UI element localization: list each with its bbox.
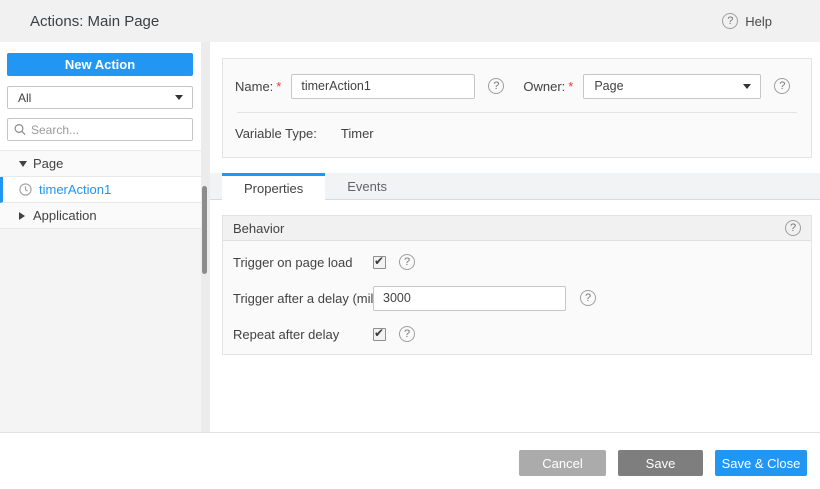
help-link[interactable]: Help (722, 13, 772, 29)
tree-node-application-label: Application (33, 208, 97, 223)
tab-bar: Properties Events (210, 173, 820, 201)
behavior-help-icon[interactable] (785, 220, 801, 236)
tab-events[interactable]: Events (325, 173, 409, 200)
tree-node-timer-action-label: timerAction1 (39, 182, 112, 197)
required-asterisk: * (276, 78, 282, 94)
new-action-button[interactable]: New Action (7, 53, 193, 76)
actions-dialog: Actions: Main Page Help New Action All P… (0, 0, 820, 489)
sidebar-empty-area (0, 229, 201, 432)
tab-properties[interactable]: Properties (222, 173, 326, 201)
repeat-after-delay-row: Repeat after delay (233, 321, 811, 347)
owner-select[interactable]: Page (583, 73, 762, 99)
search-input[interactable] (31, 122, 186, 137)
tree-node-application[interactable]: Application (0, 203, 201, 229)
chevron-down-icon (175, 95, 183, 100)
owner-help-icon[interactable] (774, 78, 791, 94)
save-and-close-button[interactable]: Save & Close (715, 450, 807, 476)
name-label: Name: * (235, 78, 282, 94)
variable-type-row: Variable Type: Timer (235, 126, 811, 141)
search-box[interactable] (7, 118, 193, 141)
filter-dropdown[interactable]: All (7, 86, 193, 109)
form-divider (237, 112, 797, 113)
name-help-icon[interactable] (488, 78, 505, 94)
repeat-after-delay-help-icon[interactable] (399, 326, 415, 342)
save-button[interactable]: Save (618, 450, 703, 476)
filter-dropdown-value: All (18, 90, 32, 105)
behavior-title: Behavior (233, 220, 285, 236)
main-content: Name:* Owner:* Page Variable Type: Timer… (210, 42, 820, 432)
header-bar: Actions: Main Page Help (0, 0, 820, 42)
trigger-on-page-load-checkbox[interactable] (373, 254, 386, 269)
trigger-after-delay-help-icon[interactable] (580, 290, 596, 306)
cancel-button[interactable]: Cancel (519, 450, 606, 476)
trigger-after-delay-label: Trigger after a delay (millisec… (233, 290, 373, 306)
expand-triangle-icon[interactable] (19, 160, 27, 167)
collapse-triangle-icon[interactable] (19, 211, 25, 220)
required-asterisk: * (568, 78, 574, 94)
trigger-on-page-load-row: Trigger on page load (233, 249, 811, 275)
page-title: Actions: Main Page (30, 12, 160, 30)
action-form-panel: Name:* Owner:* Page Variable Type: Timer (222, 58, 812, 158)
search-icon (14, 124, 26, 136)
tree-node-page-label: Page (33, 156, 64, 171)
chevron-down-icon (743, 83, 752, 89)
trigger-after-delay-row: Trigger after a delay (millisec… (233, 285, 811, 311)
actions-sidebar: New Action All Page (0, 42, 201, 432)
trigger-on-page-load-help-icon[interactable] (399, 254, 415, 270)
behavior-panel-header: Behavior (223, 216, 811, 241)
sidebar-scrollbar-thumb[interactable] (202, 186, 207, 274)
name-owner-row: Name:* Owner:* Page (235, 73, 811, 99)
tree-node-timer-action[interactable]: timerAction1 (0, 177, 201, 203)
trigger-on-page-load-label: Trigger on page load (233, 254, 353, 270)
footer-bar: Cancel Save Save & Close (0, 432, 820, 489)
behavior-panel: Behavior Trigger on page load Trigger af… (222, 215, 812, 355)
help-label: Help (745, 13, 772, 29)
clock-icon (19, 183, 32, 196)
help-icon (722, 13, 739, 29)
owner-label: Owner: * (523, 78, 574, 94)
tree-node-page[interactable]: Page (0, 151, 201, 177)
owner-select-value: Page (594, 79, 624, 93)
repeat-after-delay-checkbox[interactable] (373, 326, 386, 341)
variable-type-value: Timer (340, 126, 374, 141)
repeat-after-delay-label: Repeat after delay (233, 326, 340, 342)
actions-tree: Page timerAction1 Application (0, 150, 201, 229)
variable-type-label: Variable Type: (235, 126, 317, 141)
delay-milliseconds-input[interactable] (373, 285, 566, 311)
name-input[interactable] (291, 73, 476, 99)
